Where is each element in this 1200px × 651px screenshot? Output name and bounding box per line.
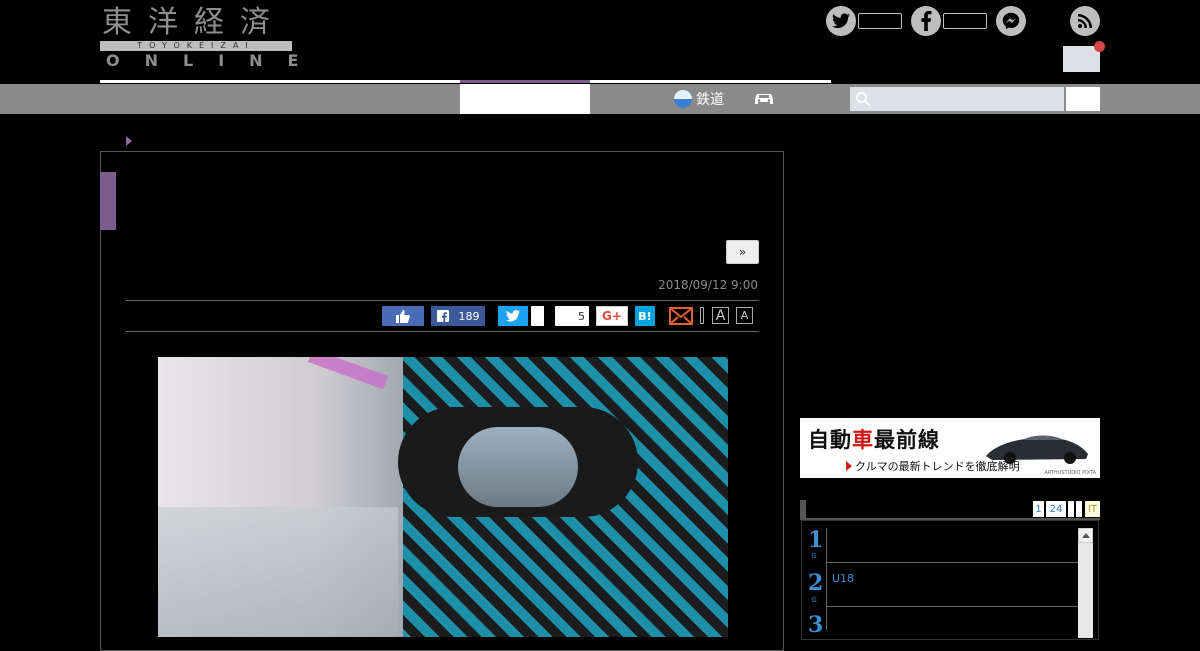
ranking-scrollbar[interactable] xyxy=(1078,528,1093,638)
next-page-button[interactable]: » xyxy=(726,240,759,264)
divider xyxy=(126,331,759,332)
ranking-number: 1 xyxy=(808,527,824,553)
scroll-up-button[interactable] xyxy=(1078,528,1093,543)
search-button[interactable] xyxy=(1066,87,1100,111)
ranking-tab-month[interactable] xyxy=(1076,501,1082,517)
font-size-large-button[interactable]: A xyxy=(712,307,729,324)
twitter-follow-count[interactable] xyxy=(858,13,902,29)
ranking-tab-24h[interactable]: 24 xyxy=(1046,501,1066,517)
divider xyxy=(826,562,1078,563)
notification-badge xyxy=(1094,41,1105,52)
banner-credit: ARTHUSTUDIO PIXTA xyxy=(1044,470,1096,476)
nav-active-accent xyxy=(460,80,590,83)
facebook-like-count[interactable] xyxy=(943,13,987,29)
twitter-icon xyxy=(506,310,520,322)
article-date: 2018/09/12 9:00 xyxy=(658,278,758,292)
hatena-bookmark-button[interactable]: B! xyxy=(635,306,655,326)
twitter-icon[interactable] xyxy=(826,6,856,36)
ranking-tab-week[interactable] xyxy=(1068,501,1074,517)
nav-item-active[interactable] xyxy=(460,84,590,114)
ranking-item-title[interactable]: U18 xyxy=(832,572,854,585)
facebook-icon[interactable] xyxy=(911,6,941,36)
google-plus-button[interactable]: G+ xyxy=(596,306,628,326)
ranking-tab-1h[interactable]: 1 xyxy=(1033,501,1044,517)
train-icon xyxy=(674,90,692,108)
mail-icon[interactable] xyxy=(669,307,693,325)
ranking-number: 3 xyxy=(808,612,824,638)
messenger-icon[interactable] xyxy=(996,6,1026,36)
nav-item-railway-label: 鉄道 xyxy=(696,92,724,108)
font-size-small-button[interactable]: A xyxy=(736,307,753,324)
divider xyxy=(126,300,759,301)
car-icon[interactable] xyxy=(752,90,776,106)
ranking-header-marker xyxy=(800,500,806,518)
article-title-marker xyxy=(100,172,116,230)
banner-title: 自動車最前線 xyxy=(808,428,940,452)
site-logo-roman: TOYOKEIZAI xyxy=(100,41,292,51)
site-logo-online: ONLINE xyxy=(106,51,324,70)
facebook-icon xyxy=(436,310,449,322)
twitter-share-button[interactable] xyxy=(498,306,528,326)
nav-item-railway[interactable]: 鉄道 xyxy=(674,89,724,109)
site-logo-kanji[interactable]: 東洋経済 xyxy=(102,6,286,40)
ranking-number: 2 xyxy=(808,570,824,596)
thumbs-up-icon xyxy=(396,309,410,323)
search-input[interactable] xyxy=(850,87,1064,111)
facebook-share-button[interactable]: 189 xyxy=(431,306,485,326)
search-icon xyxy=(856,92,871,107)
ranking-suffix: 位 xyxy=(811,553,818,560)
ranking-suffix: 位 xyxy=(811,597,818,604)
ranking-tab-it[interactable]: IT xyxy=(1085,501,1100,517)
comment-count[interactable]: 5 xyxy=(555,306,589,326)
breadcrumb-arrow-icon xyxy=(126,136,132,146)
sports-car-image xyxy=(986,435,1088,464)
twitter-share-count xyxy=(531,306,544,326)
rss-icon[interactable] xyxy=(1070,6,1100,36)
print-button[interactable] xyxy=(700,307,704,324)
divider xyxy=(826,606,1078,607)
facebook-share-count: 189 xyxy=(458,309,480,323)
like-button[interactable] xyxy=(382,306,424,326)
feature-banner[interactable]: 自動車最前線 クルマの最新トレンドを徹底解明 ARTHUSTUDIO PIXTA xyxy=(800,418,1100,478)
ranking-divider xyxy=(826,528,827,630)
article-main-photo xyxy=(158,357,728,637)
